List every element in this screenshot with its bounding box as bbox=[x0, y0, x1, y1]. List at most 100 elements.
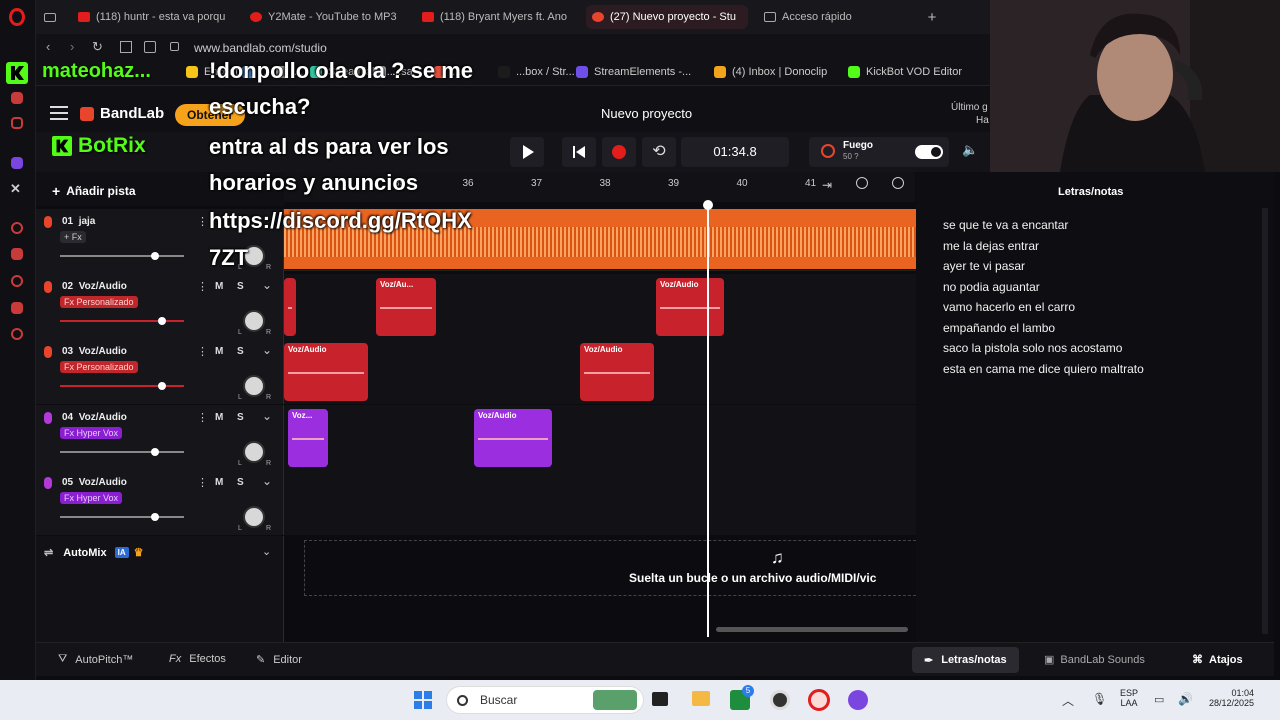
settings-icon[interactable] bbox=[11, 328, 23, 340]
track-lane[interactable]: Voz/Au... Voz/Audio bbox=[284, 274, 916, 339]
track-name[interactable]: 03 Voz/Audio bbox=[62, 346, 127, 357]
tab-item-active[interactable]: (27) Nuevo proyecto - Stu bbox=[586, 5, 748, 29]
track-fx-badge[interactable]: Fx Personalizado bbox=[60, 361, 138, 373]
language-indicator[interactable]: ESP LAA bbox=[1120, 688, 1138, 708]
horizontal-scrollbar[interactable] bbox=[716, 627, 908, 632]
taskview-icon[interactable] bbox=[652, 692, 668, 706]
fuego-toggle[interactable] bbox=[915, 145, 943, 159]
paint-icon[interactable] bbox=[11, 92, 23, 104]
playhead[interactable] bbox=[707, 204, 709, 637]
chevron-down-icon[interactable]: ⌄ bbox=[262, 474, 272, 488]
track-options-icon[interactable]: ⋮ bbox=[197, 476, 208, 489]
volume-slider[interactable] bbox=[60, 252, 184, 260]
play-button[interactable] bbox=[510, 137, 544, 167]
track-row[interactable]: 03 Voz/Audio Fx Personalizado ⋮ M S ⌄ L R Voz/Au… bbox=[36, 339, 916, 404]
track-name[interactable]: 04 Voz/Audio bbox=[62, 412, 127, 423]
mute-button[interactable]: M bbox=[215, 346, 223, 357]
microphone-icon[interactable]: 🎙 bbox=[1092, 692, 1107, 706]
lyrics-line[interactable]: vamo hacerlo en el carro bbox=[943, 300, 1075, 314]
lyrics-tab-button[interactable]: ✒ Letras/notas bbox=[912, 647, 1019, 673]
autopitch-button[interactable]: ⛛ AutoPitch™ bbox=[58, 653, 133, 666]
panel-scrollbar[interactable] bbox=[1262, 208, 1268, 634]
pan-knob[interactable] bbox=[243, 310, 265, 332]
loop-button[interactable]: ⟲ bbox=[642, 137, 676, 167]
solo-button[interactable]: S bbox=[237, 412, 244, 423]
bookmark-item[interactable]: (4) Inbox | Donoclip bbox=[714, 66, 827, 78]
chevron-down-icon[interactable]: ⌄ bbox=[262, 343, 272, 357]
back-icon[interactable]: ‹ bbox=[46, 39, 50, 54]
save-icon[interactable] bbox=[144, 41, 156, 53]
sounds-button[interactable]: ▣ BandLab Sounds bbox=[1044, 653, 1145, 667]
obs-icon[interactable] bbox=[848, 690, 868, 710]
tempo-control[interactable]: Fuego 50 ? bbox=[809, 137, 949, 167]
chevron-down-icon[interactable]: ⌄ bbox=[262, 545, 271, 558]
track-header[interactable]: 02 Voz/Audio Fx Personalizado ⋮ M S ⌄ L R bbox=[36, 274, 284, 339]
add-track-button[interactable]: + Añadir pista bbox=[52, 183, 136, 199]
chevron-down-icon[interactable]: ⌄ bbox=[262, 409, 272, 423]
track-row[interactable]: 04 Voz/Audio Fx Hyper Vox ⋮ M S ⌄ L R Voz... Voz/… bbox=[36, 405, 916, 470]
new-tab-button[interactable]: + bbox=[922, 5, 942, 29]
track-name[interactable]: 05 Voz/Audio bbox=[62, 477, 127, 488]
solo-button[interactable]: S bbox=[237, 477, 244, 488]
solo-button[interactable]: S bbox=[237, 281, 244, 292]
pan-knob[interactable] bbox=[243, 375, 265, 397]
reload-icon[interactable]: ↻ bbox=[92, 39, 103, 55]
volume-slider[interactable] bbox=[60, 382, 184, 390]
snap-icon[interactable]: ⇥ bbox=[822, 178, 832, 192]
audio-clip[interactable]: Voz/Audio bbox=[656, 278, 724, 336]
pan-knob[interactable] bbox=[243, 506, 265, 528]
lyrics-line[interactable]: empañando el lambo bbox=[943, 321, 1055, 335]
track-header[interactable]: 03 Voz/Audio Fx Personalizado ⋮ M S ⌄ L R bbox=[36, 339, 284, 404]
history-icon[interactable] bbox=[11, 275, 23, 287]
track-lane[interactable]: Voz/Audio Voz/Audio bbox=[284, 339, 916, 404]
bookmark-item[interactable]: KickBot VOD Editor bbox=[848, 66, 962, 78]
messenger-icon[interactable] bbox=[11, 117, 23, 129]
track-lane[interactable] bbox=[284, 470, 916, 535]
shortcuts-button[interactable]: ⌘ Atajos bbox=[1192, 653, 1243, 667]
audio-clip[interactable] bbox=[284, 278, 296, 336]
automix-toggle[interactable]: ⇌ AutoMix IA ♛ bbox=[44, 546, 143, 560]
editor-button[interactable]: ✎ Editor bbox=[256, 653, 302, 667]
audio-clip[interactable]: Voz... bbox=[288, 409, 328, 467]
menu-icon[interactable] bbox=[50, 106, 68, 120]
lyrics-line[interactable]: esta en cama me dice quiero maltrato bbox=[943, 362, 1144, 376]
track-options-icon[interactable]: ⋮ bbox=[197, 215, 208, 228]
tab-icon[interactable] bbox=[44, 5, 56, 29]
lyrics-line[interactable]: saco la pistola solo nos acostamo bbox=[943, 341, 1122, 355]
audio-clip[interactable]: Voz/Au... bbox=[376, 278, 436, 336]
project-title[interactable]: Nuevo proyecto bbox=[601, 106, 692, 121]
track-row[interactable]: 05 Voz/Audio Fx Hyper Vox ⋮ M S ⌄ L R bbox=[36, 470, 916, 535]
solo-button[interactable]: S bbox=[237, 346, 244, 357]
excel-icon[interactable]: 5 bbox=[730, 685, 754, 710]
mute-button[interactable]: M bbox=[215, 281, 223, 292]
record-icon[interactable] bbox=[11, 222, 23, 234]
extensions-icon[interactable] bbox=[11, 302, 23, 314]
zoom-out-icon[interactable] bbox=[856, 177, 868, 189]
track-header[interactable]: 04 Voz/Audio Fx Hyper Vox ⋮ M S ⌄ L R bbox=[36, 405, 284, 470]
opera-logo-icon[interactable] bbox=[9, 8, 25, 26]
volume-slider[interactable] bbox=[60, 513, 184, 521]
drop-zone[interactable]: ♫ Suelta un bucle o un archivo audio/MID… bbox=[284, 536, 916, 642]
tray-chevron-icon[interactable]: ︿ bbox=[1062, 692, 1074, 709]
opera-taskbar-icon[interactable] bbox=[808, 689, 830, 711]
lyrics-line[interactable]: ayer te vi pasar bbox=[943, 259, 1025, 273]
file-explorer-icon[interactable] bbox=[692, 691, 710, 706]
forward-icon[interactable]: › bbox=[70, 39, 74, 54]
x-icon[interactable]: ✕ bbox=[10, 182, 24, 196]
time-display[interactable]: 01:34.8 bbox=[681, 137, 789, 167]
kick-icon[interactable] bbox=[6, 62, 28, 84]
taskbar-search[interactable]: Buscar bbox=[446, 686, 644, 714]
lyrics-line[interactable]: me la dejas entrar bbox=[943, 239, 1039, 253]
clock[interactable]: 01:04 28/12/2025 bbox=[1200, 688, 1254, 708]
rewind-button[interactable] bbox=[562, 137, 596, 167]
tab-item[interactable]: (118) huntr - esta va porqu bbox=[72, 5, 232, 29]
track-fx-badge[interactable]: + Fx bbox=[60, 231, 86, 243]
mute-button[interactable]: M bbox=[215, 477, 223, 488]
brand-logo[interactable]: BandLab bbox=[80, 105, 164, 122]
track-fx-badge[interactable]: Fx Personalizado bbox=[60, 296, 138, 308]
track-name[interactable]: 02 Voz/Audio bbox=[62, 281, 127, 292]
track-options-icon[interactable]: ⋮ bbox=[197, 280, 208, 293]
lyrics-line[interactable]: se que te va a encantar bbox=[943, 218, 1068, 232]
effects-button[interactable]: Fx Efectos bbox=[169, 653, 226, 665]
mute-button[interactable]: M bbox=[215, 412, 223, 423]
